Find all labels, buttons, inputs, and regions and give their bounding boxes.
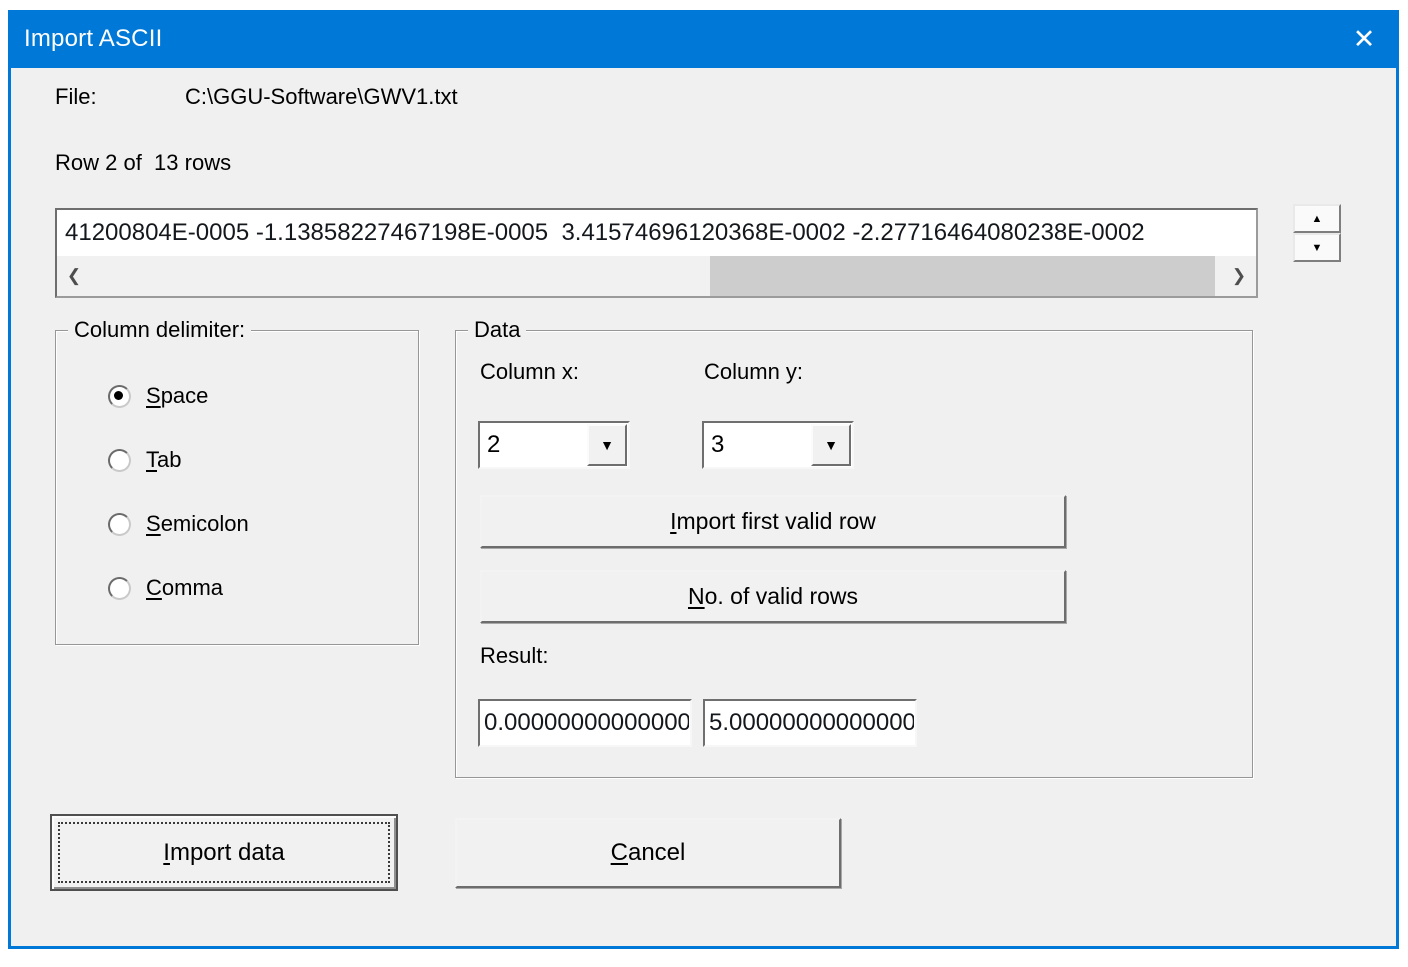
column-x-dropdown-button[interactable]: ▼ [587,424,627,466]
column-x-value: 2 [480,423,586,467]
result-label: Result: [480,643,548,669]
scroll-left-button[interactable]: ❮ [57,256,91,296]
data-group: Data Column x: Column y: 2 ▼ 3 ▼ Import … [455,330,1253,778]
radio-semicolon-circle[interactable] [108,513,131,536]
data-group-title: Data [468,317,526,343]
no-of-valid-rows-button[interactable]: No. of valid rows [480,570,1066,623]
scroll-right-button[interactable]: ❯ [1222,256,1256,296]
dialog-title: Import ASCII [11,25,162,53]
row-counter: Row 2 of 13 rows [55,150,231,176]
chevron-down-icon: ▼ [600,437,614,453]
cancel-button[interactable]: Cancel [455,818,841,888]
radio-tab-label: Tab [146,447,181,473]
import-data-button-label: Import data [163,839,284,867]
arrow-down-icon: ▼ [1312,242,1323,254]
file-path: C:\GGU-Software\GWV1.txt [185,84,458,110]
close-icon: ✕ [1353,24,1376,55]
column-y-label: Column y: [704,359,803,385]
column-y-dropdown-button[interactable]: ▼ [811,424,851,466]
column-x-label: Column x: [480,359,579,385]
radio-comma-circle[interactable] [108,577,131,600]
title-bar: Import ASCII ✕ [11,10,1396,68]
import-ascii-dialog: Import ASCII ✕ File: C:\GGU-Software\GWV… [8,10,1399,949]
import-first-valid-row-button[interactable]: Import first valid row [480,495,1066,548]
scroll-right-icon: ❯ [1232,266,1246,286]
arrow-up-icon: ▲ [1312,213,1323,225]
column-y-select[interactable]: 3 ▼ [702,421,854,469]
row-spinner: ▲ ▼ [1293,204,1341,262]
import-data-button[interactable]: Import data [50,814,398,891]
column-y-value: 3 [704,423,810,467]
scrollbar-thumb[interactable] [710,256,1215,296]
radio-comma-label: Comma [146,575,223,601]
radio-semicolon[interactable]: Semicolon [108,511,249,537]
scroll-left-icon: ❮ [67,266,81,286]
horizontal-scrollbar[interactable]: ❮ ❯ [57,256,1256,296]
column-x-select[interactable]: 2 ▼ [478,421,630,469]
close-button[interactable]: ✕ [1332,10,1396,68]
radio-space[interactable]: Space [108,383,208,409]
radio-tab[interactable]: Tab [108,447,181,473]
row-preview-box: 41200804E-0005 -1.13858227467198E-0005 3… [55,208,1258,298]
file-label: File: [55,84,97,110]
result-y-field[interactable] [703,699,917,747]
radio-semicolon-label: Semicolon [146,511,249,537]
column-delimiter-group: Column delimiter: Space Tab Semicolon Co… [55,330,419,645]
spin-up-button[interactable]: ▲ [1293,204,1341,233]
row-preview-text[interactable]: 41200804E-0005 -1.13858227467198E-0005 3… [57,210,1256,256]
dialog-body: File: C:\GGU-Software\GWV1.txt Row 2 of … [11,68,1396,946]
radio-comma[interactable]: Comma [108,575,223,601]
spin-down-button[interactable]: ▼ [1293,233,1341,262]
column-delimiter-group-title: Column delimiter: [68,317,251,343]
radio-space-label: Space [146,383,208,409]
radio-space-circle[interactable] [108,385,131,408]
radio-tab-circle[interactable] [108,449,131,472]
chevron-down-icon: ▼ [824,437,838,453]
result-x-field[interactable] [478,699,692,747]
